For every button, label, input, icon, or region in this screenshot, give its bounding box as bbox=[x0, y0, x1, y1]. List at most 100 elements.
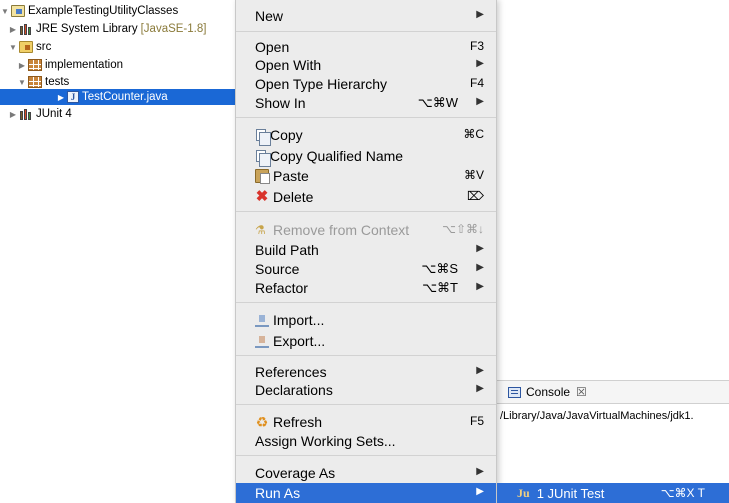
menu-separator bbox=[236, 355, 496, 356]
jre-version-decoration: [JavaSE-1.8] bbox=[140, 23, 207, 35]
menu-shortcut: F4 bbox=[469, 76, 484, 90]
menu-item-label: Refresh bbox=[273, 413, 323, 430]
tree-item-label: JUnit 4 bbox=[36, 108, 72, 120]
tree-item-testcounter[interactable]: ▶ J TestCounter.java bbox=[0, 89, 235, 105]
console-icon bbox=[508, 386, 521, 398]
remove-from-context-icon: ⚗ bbox=[255, 222, 266, 237]
menu-item-remove-from-context: ⚗ Remove from Context ⌥⇧⌘↓ bbox=[236, 220, 496, 239]
menu-item-new[interactable]: New ▶ bbox=[236, 6, 496, 25]
export-icon bbox=[255, 334, 269, 348]
run-as-submenu-item-junit-test[interactable]: Ju 1 JUnit Test ⌥⌘X T bbox=[497, 483, 729, 503]
menu-separator bbox=[236, 211, 496, 212]
menu-item-copy[interactable]: Copy ⌘C bbox=[236, 125, 496, 146]
source-folder-icon bbox=[19, 41, 33, 53]
tree-item-label: ExampleTestingUtilityClasses bbox=[28, 5, 179, 17]
java-project-icon bbox=[11, 5, 25, 17]
menu-item-label: Open With bbox=[255, 56, 322, 73]
menu-item-label: Copy bbox=[270, 126, 303, 143]
menu-item-import[interactable]: Import... bbox=[236, 310, 496, 329]
context-menu: New ▶ Open F3 Open With ▶ Open Type Hier… bbox=[235, 0, 497, 503]
junit-icon: Ju bbox=[517, 485, 530, 500]
menu-separator bbox=[236, 455, 496, 456]
menu-shortcut: ⌥⌘W bbox=[417, 95, 458, 110]
menu-item-label: Paste bbox=[273, 167, 309, 184]
tree-item-label: src bbox=[36, 41, 52, 53]
copy-qualified-name-icon bbox=[256, 149, 271, 167]
menu-item-label: Source bbox=[255, 260, 300, 277]
close-icon[interactable]: ☒ bbox=[576, 385, 587, 399]
menu-item-refresh[interactable]: ♻ Refresh F5 bbox=[236, 412, 496, 431]
submenu-arrow-icon: ▶ bbox=[476, 243, 484, 254]
delete-icon: ✖ bbox=[255, 187, 269, 205]
menu-item-label: New bbox=[255, 7, 284, 24]
submenu-arrow-icon: ▶ bbox=[476, 262, 484, 273]
submenu-item-label: 1 JUnit Test bbox=[536, 485, 605, 501]
collapsed-twisty-icon[interactable]: ▶ bbox=[17, 61, 27, 70]
menu-item-label: Export... bbox=[273, 332, 326, 349]
package-icon bbox=[28, 76, 42, 88]
menu-item-open-with[interactable]: Open With ▶ bbox=[236, 55, 496, 74]
expanded-twisty-icon[interactable]: ▼ bbox=[17, 78, 27, 87]
menu-item-source[interactable]: Source ⌥⌘S ▶ bbox=[236, 259, 496, 278]
tree-item-project[interactable]: ▼ ExampleTestingUtilityClasses bbox=[0, 3, 235, 19]
submenu-shortcut: ⌥⌘X T bbox=[660, 486, 705, 500]
menu-shortcut: ⌥⇧⌘↓ bbox=[442, 222, 484, 236]
collapsed-twisty-icon[interactable]: ▶ bbox=[56, 93, 66, 102]
tree-item-junit4[interactable]: ▶ JUnit 4 bbox=[0, 106, 235, 122]
submenu-arrow-icon: ▶ bbox=[476, 383, 484, 394]
menu-item-run-as[interactable]: Run As ▶ bbox=[236, 483, 496, 503]
menu-shortcut: F3 bbox=[469, 39, 484, 53]
submenu-arrow-icon: ▶ bbox=[476, 281, 484, 292]
menu-separator bbox=[236, 31, 496, 32]
menu-item-label: References bbox=[255, 363, 327, 380]
menu-item-coverage-as[interactable]: Coverage As ▶ bbox=[236, 463, 496, 482]
expanded-twisty-icon[interactable]: ▼ bbox=[8, 43, 18, 52]
menu-shortcut: ⌥⌘T bbox=[422, 280, 458, 295]
menu-item-label: Open Type Hierarchy bbox=[255, 75, 388, 92]
menu-item-delete[interactable]: ✖ Delete ⌦ bbox=[236, 187, 496, 206]
copy-icon bbox=[256, 128, 271, 146]
menu-item-label: Build Path bbox=[255, 241, 319, 258]
tree-item-label: TestCounter.java bbox=[82, 91, 168, 103]
menu-item-copy-qualified-name[interactable]: Copy Qualified Name bbox=[236, 146, 496, 167]
menu-item-export[interactable]: Export... bbox=[236, 331, 496, 350]
package-icon bbox=[28, 59, 42, 71]
menu-item-paste[interactable]: Paste ⌘V bbox=[236, 166, 496, 185]
menu-item-refactor[interactable]: Refactor ⌥⌘T ▶ bbox=[236, 278, 496, 297]
expanded-twisty-icon[interactable]: ▼ bbox=[0, 7, 10, 16]
submenu-arrow-icon: ▶ bbox=[476, 365, 484, 376]
menu-item-open[interactable]: Open F3 bbox=[236, 37, 496, 56]
menu-item-show-in[interactable]: Show In ⌥⌘W ▶ bbox=[236, 93, 496, 112]
menu-item-label: Copy Qualified Name bbox=[270, 147, 404, 164]
menu-item-label: Refactor bbox=[255, 279, 308, 296]
submenu-arrow-icon: ▶ bbox=[476, 466, 484, 477]
paste-icon bbox=[255, 168, 270, 184]
menu-shortcut: ⌘C bbox=[463, 127, 484, 141]
menu-item-build-path[interactable]: Build Path ▶ bbox=[236, 240, 496, 259]
tree-item-label: JRE System Library bbox=[36, 23, 138, 35]
menu-item-references[interactable]: References ▶ bbox=[236, 362, 496, 381]
menu-item-label: Declarations bbox=[255, 381, 333, 398]
menu-item-label: Open bbox=[255, 38, 290, 55]
submenu-arrow-icon: ▶ bbox=[476, 9, 484, 20]
menu-item-label: Import... bbox=[273, 311, 325, 328]
menu-shortcut: ⌥⌘S bbox=[421, 261, 458, 276]
console-view-tabbar: n Console ☒ bbox=[470, 380, 729, 404]
menu-item-declarations[interactable]: Declarations ▶ bbox=[236, 380, 496, 399]
menu-item-label: Delete bbox=[273, 188, 314, 205]
tree-item-src[interactable]: ▼ src bbox=[0, 39, 235, 55]
menu-shortcut: ⌦ bbox=[467, 189, 484, 203]
library-icon bbox=[19, 23, 33, 35]
collapsed-twisty-icon[interactable]: ▶ bbox=[8, 110, 18, 119]
tree-item-package-implementation[interactable]: ▶ implementation bbox=[0, 57, 235, 73]
menu-shortcut: F5 bbox=[469, 414, 484, 428]
menu-item-open-type-hierarchy[interactable]: Open Type Hierarchy F4 bbox=[236, 74, 496, 93]
menu-item-label: Run As bbox=[255, 485, 301, 501]
collapsed-twisty-icon[interactable]: ▶ bbox=[8, 25, 18, 34]
import-icon bbox=[255, 313, 269, 327]
tab-console[interactable]: Console ☒ bbox=[508, 385, 587, 399]
library-icon bbox=[19, 108, 33, 120]
tree-item-package-tests[interactable]: ▼ tests bbox=[0, 74, 235, 90]
tree-item-jre-library[interactable]: ▶ JRE System Library [JavaSE-1.8] bbox=[0, 21, 235, 37]
menu-item-assign-working-sets[interactable]: Assign Working Sets... bbox=[236, 431, 496, 450]
